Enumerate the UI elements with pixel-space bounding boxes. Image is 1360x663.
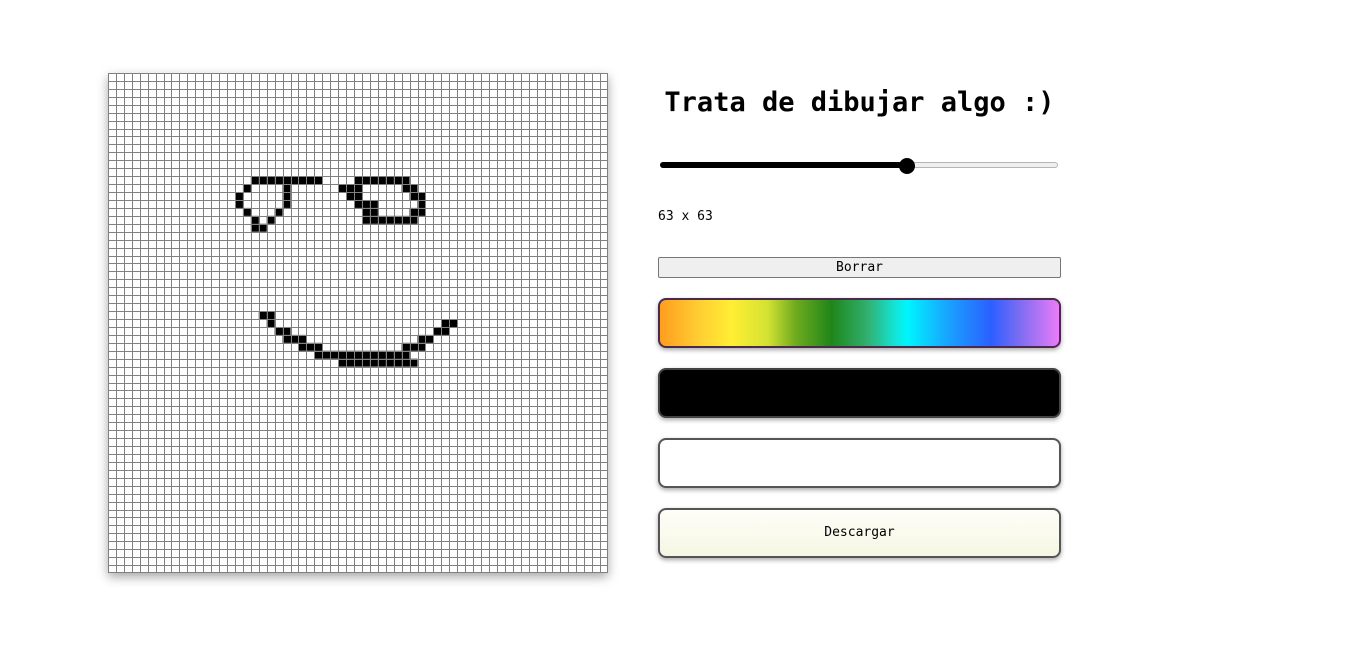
painted-cell bbox=[441, 319, 450, 327]
painted-cell bbox=[369, 176, 378, 185]
painted-cell bbox=[346, 192, 355, 200]
clear-button[interactable]: Borrar bbox=[658, 257, 1061, 278]
rainbow-color-button[interactable] bbox=[658, 298, 1061, 348]
slider-thumb[interactable] bbox=[899, 158, 915, 174]
page-title: Trata de dibujar algo :) bbox=[664, 87, 1055, 118]
painted-cell bbox=[369, 215, 378, 224]
painted-cell bbox=[338, 184, 347, 193]
painted-cell bbox=[298, 176, 307, 185]
pixel-grid[interactable] bbox=[108, 73, 608, 573]
painted-cell bbox=[354, 176, 362, 185]
painted-cell bbox=[425, 334, 434, 343]
download-button[interactable]: Descargar bbox=[658, 508, 1061, 558]
painted-cell bbox=[314, 342, 323, 351]
painted-cell bbox=[441, 326, 450, 335]
painted-cell bbox=[354, 199, 362, 208]
painted-cell bbox=[306, 176, 315, 185]
painted-cell bbox=[234, 199, 243, 208]
painted-cell bbox=[354, 192, 362, 200]
slider-fill bbox=[660, 162, 907, 168]
black-color-button[interactable] bbox=[658, 368, 1061, 418]
drawing-canvas[interactable] bbox=[108, 73, 608, 573]
painted-cell bbox=[361, 199, 370, 208]
grid-size-label: 63 x 63 bbox=[658, 209, 713, 224]
grid-size-slider[interactable] bbox=[660, 158, 1058, 174]
painted-cell bbox=[433, 326, 442, 335]
painted-cell bbox=[361, 176, 370, 185]
painted-cell bbox=[250, 176, 259, 185]
painted-cell bbox=[449, 319, 458, 327]
painted-cell bbox=[369, 199, 378, 208]
painted-cell bbox=[361, 207, 370, 216]
painted-cell bbox=[298, 342, 307, 351]
painted-cell bbox=[361, 215, 370, 224]
painted-cell bbox=[298, 334, 307, 343]
grid-background bbox=[108, 73, 608, 573]
painted-cell bbox=[369, 207, 378, 216]
painted-cell bbox=[242, 207, 251, 216]
painted-cell bbox=[314, 176, 323, 185]
painted-cell bbox=[242, 184, 251, 193]
painted-cell bbox=[234, 192, 243, 200]
painted-cell bbox=[346, 184, 355, 193]
white-color-button[interactable] bbox=[658, 438, 1061, 488]
painted-cell bbox=[250, 215, 259, 224]
painted-cell bbox=[354, 184, 362, 193]
painted-cell bbox=[377, 215, 386, 224]
painted-cell bbox=[377, 176, 386, 185]
painted-cell bbox=[306, 342, 315, 351]
